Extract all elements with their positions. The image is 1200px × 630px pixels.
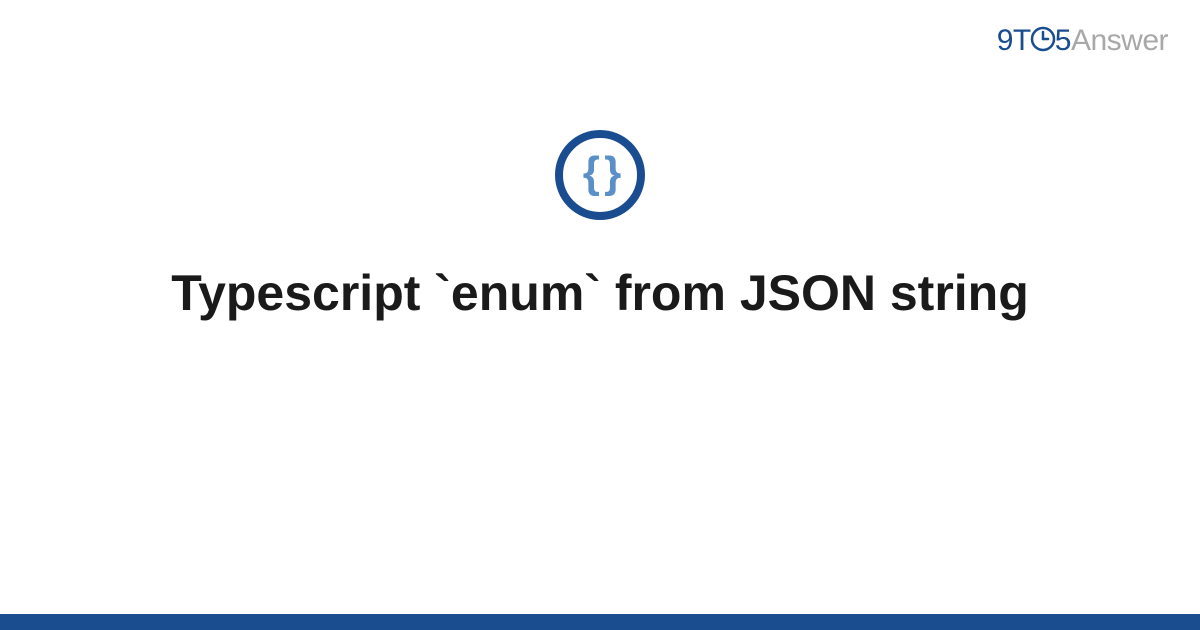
logo-text-part1: 9T	[997, 24, 1031, 57]
page-title: Typescript `enum` from JSON string	[131, 262, 1069, 325]
bottom-accent-bar	[0, 614, 1200, 630]
main-content: { } Typescript `enum` from JSON string	[0, 130, 1200, 325]
clock-icon	[1030, 26, 1056, 52]
logo-text-part2: 5	[1055, 24, 1071, 57]
braces-icon: { }	[555, 130, 645, 220]
braces-symbol: { }	[583, 151, 617, 195]
logo-text-part3: Answer	[1071, 24, 1168, 57]
site-logo: 9T 5Answer	[997, 24, 1168, 58]
